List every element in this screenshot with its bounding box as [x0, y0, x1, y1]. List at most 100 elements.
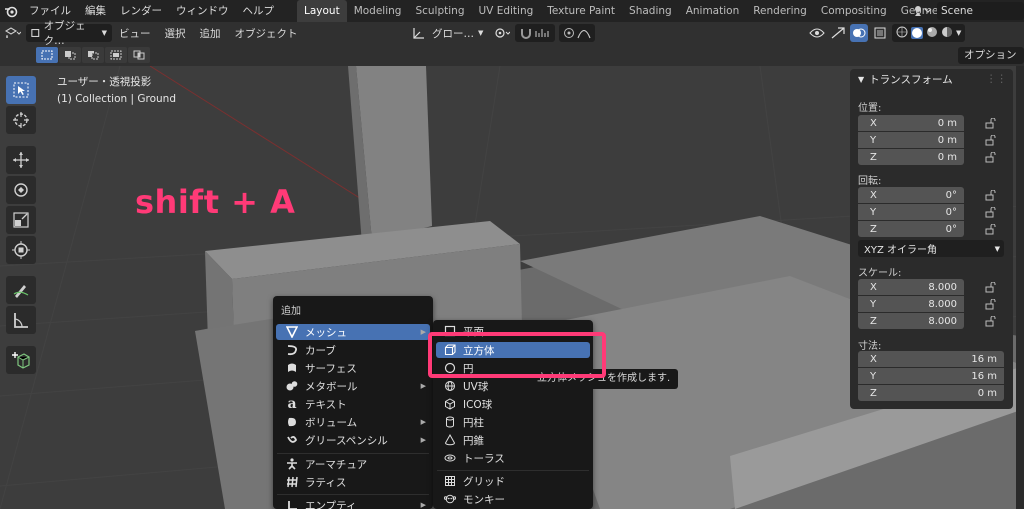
- lock-icon[interactable]: [984, 133, 998, 147]
- menu-window[interactable]: ウィンドウ: [169, 0, 236, 22]
- transform-panel-header[interactable]: ▼ トランスフォーム ⋮⋮: [850, 69, 1013, 89]
- lock-icon[interactable]: [984, 205, 998, 219]
- menu-select[interactable]: 選択: [158, 26, 193, 41]
- menu-item-label: 円錐: [463, 434, 484, 447]
- empty-icon: [284, 497, 300, 509]
- lock-icon[interactable]: [984, 280, 998, 294]
- annotate-tool-icon[interactable]: [6, 276, 36, 304]
- tab-modeling[interactable]: Modeling: [347, 0, 409, 22]
- transform-tool-icon[interactable]: [6, 236, 36, 264]
- select-subtract-icon[interactable]: [82, 47, 104, 63]
- sidebar-tabs-strip[interactable]: [1016, 66, 1024, 509]
- axis-label: Z: [870, 387, 877, 399]
- scale-x-field[interactable]: X 8.000: [858, 279, 964, 295]
- menu-item-grease-pencil[interactable]: グリースペンシル ▶: [276, 432, 430, 448]
- lock-icon[interactable]: [984, 188, 998, 202]
- tab-animation[interactable]: Animation: [679, 0, 747, 22]
- menu-item-volume[interactable]: ボリューム ▶: [276, 414, 430, 430]
- rotation-mode-dropdown[interactable]: XYZ オイラー角 ▼: [858, 240, 1004, 257]
- gizmo-icon[interactable]: [829, 24, 847, 42]
- menu-item-cone[interactable]: 円錐: [436, 432, 590, 448]
- menu-render[interactable]: レンダー: [113, 0, 169, 22]
- options-dropdown[interactable]: オプション ▼: [958, 47, 1024, 77]
- chevron-down-icon[interactable]: ▼: [956, 29, 961, 37]
- pivot-icon[interactable]: [493, 24, 511, 42]
- material-shading-icon[interactable]: [926, 26, 938, 41]
- lock-icon[interactable]: [984, 297, 998, 311]
- scale-y-field[interactable]: Y 8.000: [858, 296, 964, 312]
- select-invert-icon[interactable]: [105, 47, 127, 63]
- snap-toggle[interactable]: [515, 24, 556, 42]
- tab-compositing[interactable]: Compositing: [814, 0, 894, 22]
- menu-item-torus[interactable]: トーラス: [436, 450, 590, 466]
- menu-item-mesh[interactable]: メッシュ ▶: [276, 324, 430, 340]
- drag-handle-icon[interactable]: ⋮⋮: [986, 73, 1007, 85]
- menu-add[interactable]: 追加: [193, 26, 228, 41]
- rotate-tool-icon[interactable]: [6, 176, 36, 204]
- rotation-label: 回転:: [858, 176, 882, 187]
- menu-item-curve[interactable]: カーブ: [276, 342, 430, 358]
- rotation-z-field[interactable]: Z 0°: [858, 221, 964, 237]
- proportional-edit-toggle[interactable]: [559, 24, 596, 42]
- dimensions-x-field[interactable]: X 16 m: [858, 351, 1004, 367]
- menu-view[interactable]: ビュー: [112, 26, 158, 41]
- rotation-x-field[interactable]: X 0°: [858, 187, 964, 203]
- menu-item-lattice[interactable]: ラティス: [276, 474, 430, 490]
- menu-item-monkey[interactable]: モンキー: [436, 491, 590, 507]
- select-intersect-icon[interactable]: [128, 47, 150, 63]
- scale-z-field[interactable]: Z 8.000: [858, 313, 964, 329]
- menu-item-metaball[interactable]: メタボール ▶: [276, 378, 430, 394]
- xray-icon[interactable]: [871, 24, 889, 42]
- location-x-field[interactable]: X 0 m: [858, 115, 964, 131]
- blender-logo-icon[interactable]: [0, 0, 22, 22]
- tab-shading[interactable]: Shading: [622, 0, 679, 22]
- tab-uv-editing[interactable]: UV Editing: [472, 0, 541, 22]
- lock-icon[interactable]: [984, 116, 998, 130]
- submenu-arrow-icon: ▶: [420, 328, 426, 336]
- select-new-icon[interactable]: [36, 47, 58, 63]
- dimensions-z-field[interactable]: Z 0 m: [858, 385, 1004, 401]
- visibility-icon[interactable]: [808, 24, 826, 42]
- dimensions-y-field[interactable]: Y 16 m: [858, 368, 1004, 384]
- axis-label: X: [870, 353, 877, 365]
- select-extend-icon[interactable]: [59, 47, 81, 63]
- tab-sculpting[interactable]: Sculpting: [408, 0, 471, 22]
- solid-shading-icon[interactable]: [911, 27, 923, 39]
- overlays-icon[interactable]: [850, 24, 868, 42]
- menu-item-ico-sphere[interactable]: ICO球: [436, 396, 590, 412]
- move-tool-icon[interactable]: [6, 146, 36, 174]
- location-y-field[interactable]: Y 0 m: [858, 132, 964, 148]
- lock-icon[interactable]: [984, 150, 998, 164]
- menu-item-cylinder[interactable]: 円柱: [436, 414, 590, 430]
- lock-icon[interactable]: [984, 314, 998, 328]
- menu-item-grid[interactable]: グリッド: [436, 473, 590, 489]
- menu-object[interactable]: オブジェクト: [228, 26, 305, 41]
- menu-item-label: メッシュ: [305, 326, 347, 339]
- editor-type-icon[interactable]: [4, 24, 22, 42]
- tab-rendering[interactable]: Rendering: [746, 0, 814, 22]
- scene-icon[interactable]: [913, 3, 933, 20]
- menu-help[interactable]: ヘルプ: [236, 0, 282, 22]
- cursor-tool-icon[interactable]: [6, 106, 36, 134]
- location-z-field[interactable]: Z 0 m: [858, 149, 964, 165]
- rotation-y-field[interactable]: Y 0°: [858, 204, 964, 220]
- tab-texture-paint[interactable]: Texture Paint: [540, 0, 622, 22]
- mode-dropdown[interactable]: オブジェク… ▼: [26, 20, 112, 47]
- tab-layout[interactable]: Layout: [297, 0, 347, 22]
- menu-item-surface[interactable]: サーフェス: [276, 360, 430, 376]
- field-value: 0°: [945, 206, 957, 218]
- add-cube-tool-icon[interactable]: [6, 346, 36, 374]
- scale-tool-icon[interactable]: [6, 206, 36, 234]
- menu-item-label: ICO球: [463, 398, 493, 411]
- menu-item-armature[interactable]: アーマチュア: [276, 456, 430, 472]
- scene-name-field[interactable]: Scene: [937, 2, 1024, 20]
- rendered-shading-icon[interactable]: [941, 26, 953, 41]
- menu-item-empty[interactable]: エンプティ ▶: [276, 497, 430, 509]
- lock-icon[interactable]: [984, 222, 998, 236]
- orientation-icon[interactable]: [410, 24, 428, 42]
- measure-tool-icon[interactable]: [6, 306, 36, 334]
- select-tool-icon[interactable]: [6, 76, 36, 104]
- menu-item-text[interactable]: a テキスト: [276, 396, 430, 412]
- orientation-label[interactable]: グロー…: [432, 26, 474, 41]
- wireframe-shading-icon[interactable]: [896, 26, 908, 41]
